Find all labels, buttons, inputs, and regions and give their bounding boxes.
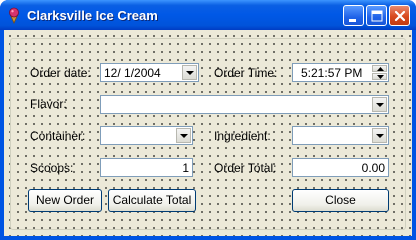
chevron-down-icon (180, 134, 188, 138)
chevron-down-icon (186, 71, 194, 75)
flavor-combobox[interactable] (100, 95, 389, 114)
flavor-dropdown-button[interactable] (372, 97, 387, 112)
new-order-button[interactable]: New Order (28, 189, 102, 212)
scoops-input[interactable]: 1 (100, 158, 193, 177)
chevron-down-icon (376, 134, 384, 138)
order-date-dropdown-button[interactable] (182, 65, 197, 80)
container-label: Container: (30, 129, 86, 143)
minimize-button[interactable] (343, 5, 364, 26)
close-window-button[interactable] (389, 5, 410, 26)
form-client-area: Order date: 12/ 1/2004 Order Time: 5:21:… (4, 30, 412, 236)
spin-down-button[interactable] (372, 73, 387, 80)
ice-cream-icon (9, 7, 19, 24)
order-total-label: Order Total: (214, 161, 277, 175)
ingredient-label: Ingredient: (214, 129, 271, 143)
minimize-icon (349, 19, 356, 22)
spin-down-icon (377, 75, 384, 79)
order-time-value: 5:21:57 PM (301, 66, 363, 80)
scoops-label: Scoops: (30, 161, 74, 175)
order-total-value: 0.00 (361, 161, 385, 175)
close-icon (394, 10, 406, 22)
app-window: Clarksville Ice Cream Order date: 12/ 1/… (0, 0, 416, 240)
maximize-icon (371, 10, 383, 22)
order-date-label: Order date: (30, 66, 91, 80)
order-time-picker[interactable]: 5:21:57 PM (292, 63, 389, 82)
container-combobox[interactable] (100, 126, 193, 145)
title-bar[interactable]: Clarksville Ice Cream (0, 0, 416, 30)
order-time-label: Order Time: (214, 66, 278, 80)
spin-up-button[interactable] (372, 65, 387, 72)
maximize-button[interactable] (366, 5, 387, 26)
order-time-spinner[interactable] (372, 65, 387, 80)
chevron-down-icon (376, 103, 384, 107)
ingredient-dropdown-button[interactable] (372, 128, 387, 143)
ingredient-combobox[interactable] (292, 126, 389, 145)
flavor-label: Flavor: (30, 97, 67, 111)
window-title: Clarksville Ice Cream (27, 8, 158, 23)
container-dropdown-button[interactable] (176, 128, 191, 143)
scoops-value: 1 (182, 161, 189, 175)
order-date-value: 12/ 1/2004 (104, 66, 161, 80)
order-total-field[interactable]: 0.00 (292, 158, 389, 177)
order-date-picker[interactable]: 12/ 1/2004 (100, 63, 199, 82)
close-button[interactable]: Close (292, 189, 389, 212)
calculate-total-button[interactable]: Calculate Total (108, 189, 196, 212)
spin-up-icon (377, 67, 384, 71)
